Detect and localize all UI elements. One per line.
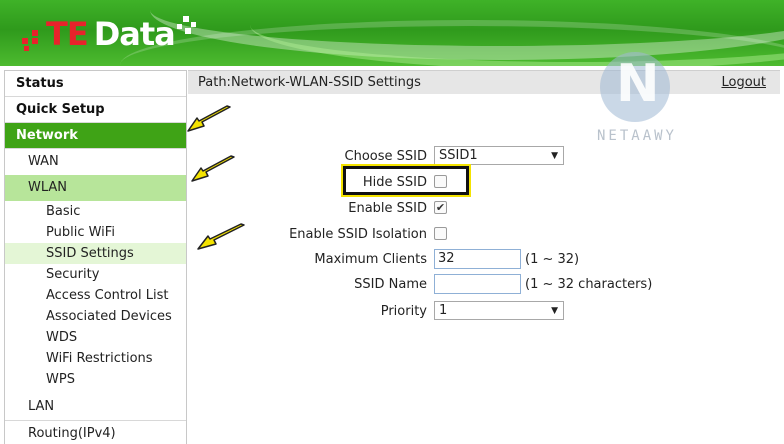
sidebar-item-wifi-restrictions[interactable]: WiFi Restrictions xyxy=(5,348,186,369)
sidebar-item-ssid-settings[interactable]: SSID Settings xyxy=(5,243,186,264)
priority-row: Priority 1 ▼ xyxy=(188,301,784,323)
enable-isolation-checkbox[interactable] xyxy=(434,227,447,240)
choose-ssid-select[interactable]: SSID1 ▼ xyxy=(434,146,564,165)
sidebar-item-network[interactable]: Network xyxy=(5,123,186,149)
te-data-logo: TE Data xyxy=(22,14,197,54)
sidebar-item-routing-ipv4[interactable]: Routing(IPv4) xyxy=(5,420,186,444)
choose-ssid-row: Choose SSID SSID1 ▼ xyxy=(188,146,784,168)
max-clients-hint: (1 ~ 32) xyxy=(525,252,580,267)
ssid-name-label: SSID Name xyxy=(354,277,427,292)
hide-ssid-row: Hide SSID xyxy=(188,172,784,194)
enable-isolation-label: Enable SSID Isolation xyxy=(289,227,427,242)
priority-select[interactable]: 1 ▼ xyxy=(434,301,564,320)
check-icon: ✔ xyxy=(435,201,446,214)
sidebar-item-quick-setup[interactable]: Quick Setup xyxy=(5,97,186,123)
sidebar-item-wds[interactable]: WDS xyxy=(5,327,186,348)
priority-value: 1 xyxy=(439,303,448,318)
header-banner: TE Data xyxy=(0,0,784,66)
max-clients-input[interactable]: 32 xyxy=(434,249,521,269)
ssid-name-hint: (1 ~ 32 characters) xyxy=(525,277,653,292)
sidebar-item-public-wifi[interactable]: Public WiFi xyxy=(5,222,186,243)
sidebar-item-wlan[interactable]: WLAN xyxy=(5,175,186,201)
max-clients-row: Maximum Clients 32 (1 ~ 32) xyxy=(188,249,784,271)
max-clients-label: Maximum Clients xyxy=(314,252,427,267)
logo-te-text: TE xyxy=(46,15,89,53)
arrow-icon xyxy=(197,223,245,250)
breadcrumb: Path:Network-WLAN-SSID Settings xyxy=(198,75,421,90)
sidebar-item-access-control-list[interactable]: Access Control List xyxy=(5,285,186,306)
sidebar-item-basic[interactable]: Basic xyxy=(5,201,186,222)
arrow-icon xyxy=(187,105,231,132)
chevron-down-icon: ▼ xyxy=(551,306,558,316)
ssid-name-input[interactable] xyxy=(434,274,521,294)
chevron-down-icon: ▼ xyxy=(551,151,558,161)
sidebar-item-wps[interactable]: WPS xyxy=(5,369,186,390)
sidebar-item-security[interactable]: Security xyxy=(5,264,186,285)
logo-dots-icon xyxy=(22,30,44,52)
sidebar-item-lan[interactable]: LAN xyxy=(5,394,186,420)
arrow-icon xyxy=(191,155,235,182)
logo-squares-icon xyxy=(176,16,197,38)
enable-ssid-row: Enable SSID ✔ xyxy=(188,198,784,220)
logout-link[interactable]: Logout xyxy=(721,75,766,90)
priority-label: Priority xyxy=(380,304,427,319)
logo-data-text: Data xyxy=(93,15,176,53)
enable-isolation-row: Enable SSID Isolation xyxy=(188,224,784,246)
hide-ssid-highlight xyxy=(341,164,471,197)
sidebar-nav: Status Quick Setup Network WAN WLAN Basi… xyxy=(4,70,187,444)
enable-ssid-checkbox[interactable]: ✔ xyxy=(434,201,447,214)
ssid-name-row: SSID Name (1 ~ 32 characters) xyxy=(188,274,784,296)
sidebar-item-wan[interactable]: WAN xyxy=(5,149,186,175)
path-bar: Path:Network-WLAN-SSID Settings Logout xyxy=(188,70,780,94)
choose-ssid-value: SSID1 xyxy=(439,148,478,163)
watermark-text: NETAAWY xyxy=(596,128,677,144)
enable-ssid-label: Enable SSID xyxy=(348,201,427,216)
sidebar-item-status[interactable]: Status xyxy=(5,71,186,97)
sidebar-item-associated-devices[interactable]: Associated Devices xyxy=(5,306,186,327)
choose-ssid-label: Choose SSID xyxy=(344,149,427,164)
